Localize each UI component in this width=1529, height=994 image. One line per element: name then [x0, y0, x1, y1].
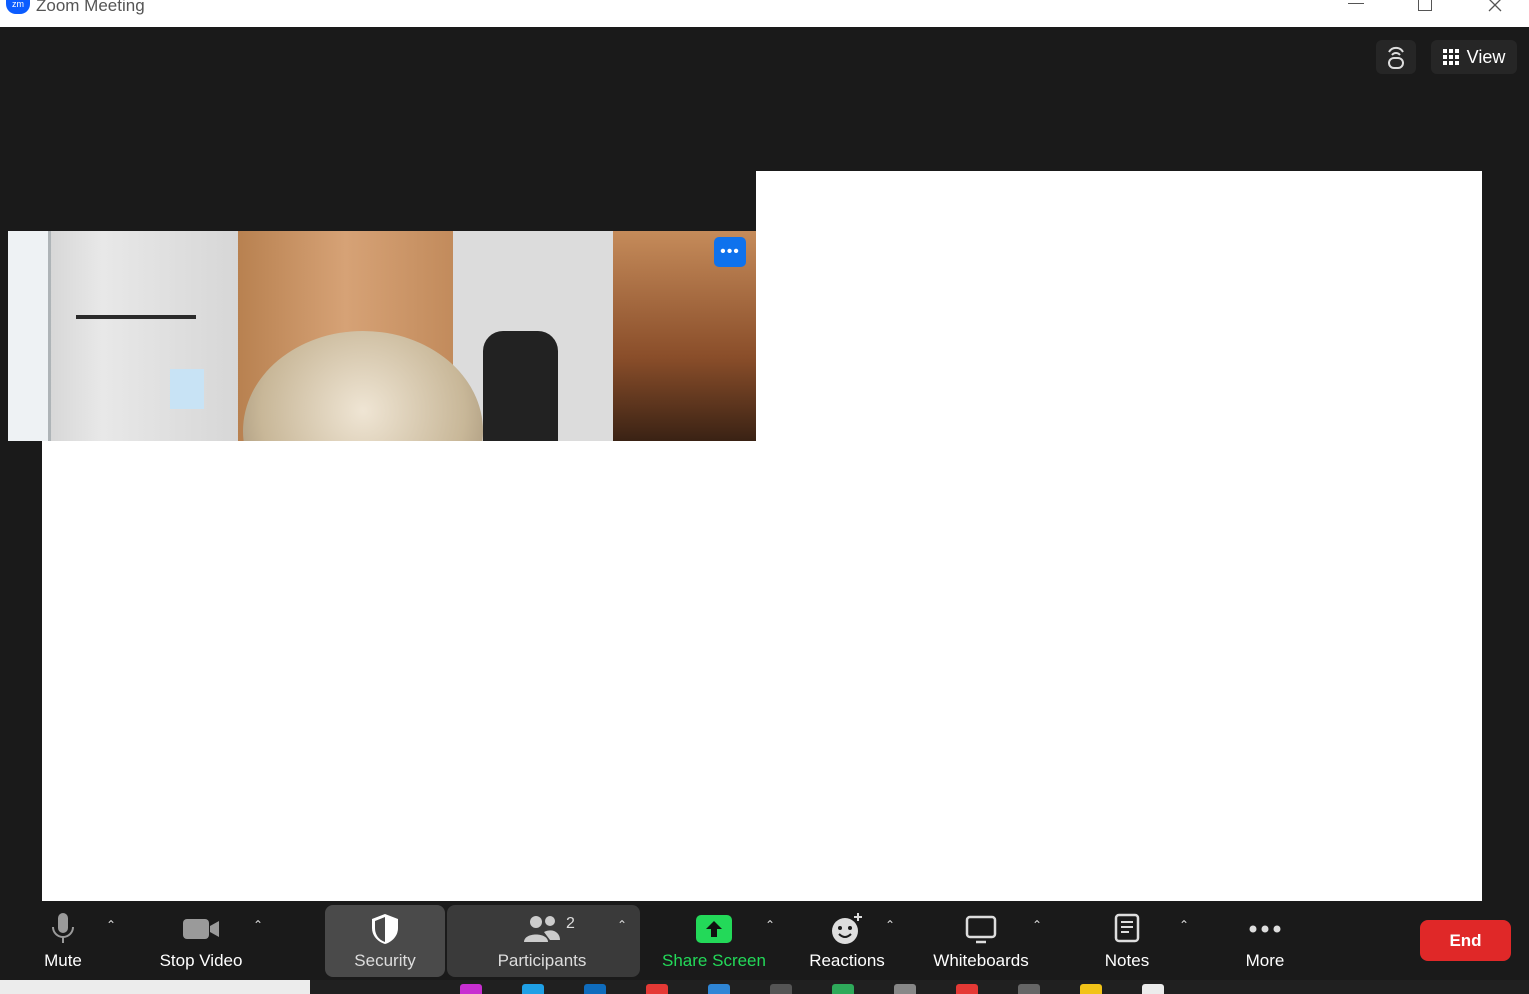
participants-button[interactable]: Participants: [482, 905, 602, 977]
reaction-smiley-icon: [832, 913, 862, 944]
mute-button[interactable]: Mute: [28, 905, 98, 977]
maximize-button[interactable]: [1405, 0, 1445, 14]
video-background: [483, 331, 558, 441]
grid-icon: [1442, 49, 1459, 65]
audio-status-button[interactable]: [1376, 40, 1416, 74]
taskbar-app-icon[interactable]: [584, 984, 606, 994]
people-icon: [524, 916, 560, 942]
share-screen-label: Share Screen: [662, 951, 766, 970]
security-button[interactable]: Security: [325, 905, 445, 977]
notes-label: Notes: [1104, 951, 1150, 970]
more-dots-icon: [1249, 925, 1281, 933]
shared-screen-top: [756, 171, 1482, 441]
security-label: Security: [354, 951, 416, 970]
participants-label: Participants: [497, 951, 587, 970]
taskbar-app-icon[interactable]: [522, 984, 544, 994]
share-screen-icon: [696, 915, 732, 943]
video-background: [76, 315, 196, 319]
reactions-label: Reactions: [809, 951, 885, 970]
window-title: Zoom Meeting: [36, 0, 145, 15]
taskbar-app-icon[interactable]: [646, 984, 668, 994]
video-camera-icon: [183, 919, 219, 939]
view-label: View: [1466, 46, 1506, 67]
shield-icon: [372, 914, 398, 944]
video-tile-menu-button[interactable]: •••: [714, 237, 746, 267]
whiteboards-button[interactable]: Whiteboards: [925, 905, 1037, 977]
audio-wave-icon: [1388, 46, 1404, 69]
taskbar-app-icon[interactable]: [708, 984, 730, 994]
share-screen-button[interactable]: Share Screen: [660, 905, 768, 977]
minimize-icon: [1348, 2, 1364, 4]
participant-video-tile[interactable]: •••: [8, 231, 756, 441]
reactions-button[interactable]: Reactions: [805, 905, 889, 977]
notes-options-caret[interactable]: ⌃: [1176, 918, 1192, 932]
video-background: [170, 369, 204, 409]
participants-options-caret[interactable]: ⌃: [614, 918, 630, 932]
shared-screen-main: [42, 441, 1482, 901]
title-bar: zm Zoom Meeting: [0, 0, 1529, 27]
video-background: [8, 231, 51, 441]
stop-video-button[interactable]: Stop Video: [150, 905, 252, 977]
whiteboards-label: Whiteboards: [933, 951, 1029, 970]
whiteboards-options-caret[interactable]: ⌃: [1029, 918, 1045, 932]
stop-video-label: Stop Video: [159, 951, 243, 970]
mute-label: Mute: [44, 951, 82, 970]
more-button[interactable]: More: [1232, 905, 1298, 977]
whiteboard-icon: [965, 915, 997, 944]
notes-icon: [1114, 913, 1140, 943]
video-options-caret[interactable]: ⌃: [250, 918, 266, 932]
maximize-icon: [1418, 0, 1432, 11]
taskbar-app-icon[interactable]: [832, 984, 854, 994]
taskbar-search-field[interactable]: [0, 980, 310, 994]
minimize-button[interactable]: [1336, 0, 1376, 14]
taskbar-app-icon[interactable]: [1018, 984, 1040, 994]
taskbar-icons: [460, 984, 1164, 994]
share-options-caret[interactable]: ⌃: [762, 918, 778, 932]
reactions-options-caret[interactable]: ⌃: [882, 918, 898, 932]
taskbar-app-icon[interactable]: [1142, 984, 1164, 994]
taskbar-app-icon[interactable]: [1080, 984, 1102, 994]
more-label: More: [1245, 951, 1285, 970]
audio-options-caret[interactable]: ⌃: [103, 918, 119, 932]
taskbar-app-icon[interactable]: [770, 984, 792, 994]
microphone-icon: [52, 913, 74, 943]
taskbar-app-icon[interactable]: [460, 984, 482, 994]
close-button[interactable]: [1475, 0, 1515, 14]
taskbar-app-icon[interactable]: [956, 984, 978, 994]
taskbar-app-icon[interactable]: [894, 984, 916, 994]
notes-button[interactable]: Notes: [1094, 905, 1160, 977]
end-meeting-button[interactable]: End: [1420, 920, 1511, 961]
participant-count: 2: [566, 915, 575, 932]
os-taskbar: [0, 980, 1529, 994]
view-button[interactable]: View: [1431, 40, 1517, 74]
close-icon: [1488, 0, 1502, 12]
zoom-logo-icon: zm: [6, 0, 30, 14]
